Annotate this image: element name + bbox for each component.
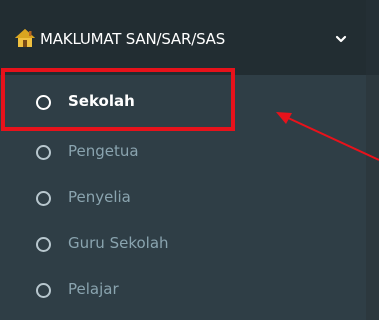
circle-outline-icon [36,145,51,160]
circle-outline-icon [36,237,51,252]
sidebar-item-label: Pelajar [68,280,119,298]
content-edge-top [366,0,379,75]
sidebar-section-header[interactable]: MAKLUMAT SAN/SAR/SAS [0,0,366,75]
section-title: MAKLUMAT SAN/SAR/SAS [40,30,226,48]
home-icon [15,29,35,47]
sidebar-item-label: Pengetua [68,142,139,160]
sidebar-item-label: Penyelia [68,188,131,206]
screenshot-stage: MAKLUMAT SAN/SAR/SAS Sekolah Pengetua Pe… [0,0,379,320]
sidebar-item-label: Guru Sekolah [68,234,169,252]
annotation-highlight-box [1,68,235,131]
chevron-down-icon[interactable] [334,32,348,46]
circle-outline-icon [36,191,51,206]
sidebar-item-pengetua[interactable]: Pengetua [0,130,366,176]
sidebar-item-penyelia[interactable]: Penyelia [0,176,366,222]
sidebar-item-guru-sekolah[interactable]: Guru Sekolah [0,222,366,268]
sidebar-item-pelajar[interactable]: Pelajar [0,268,366,314]
circle-outline-icon [36,283,51,298]
